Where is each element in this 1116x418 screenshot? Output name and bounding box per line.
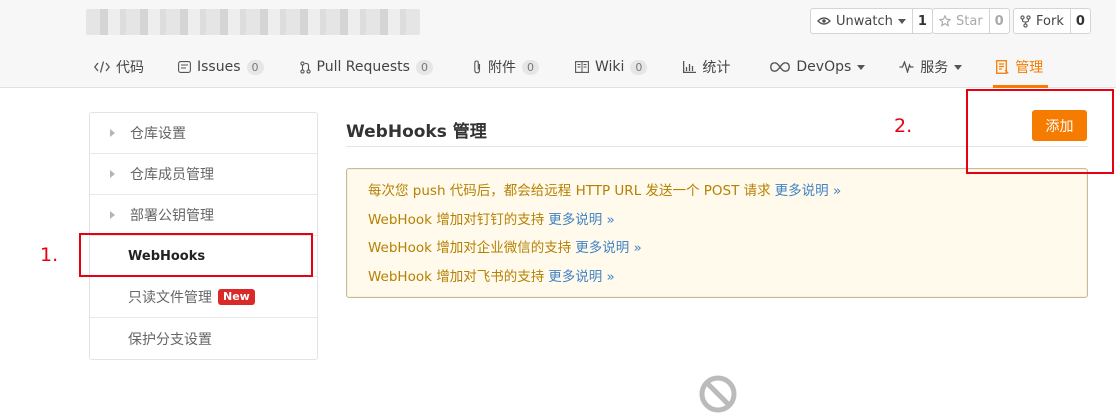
annotation-label-step2: 2. — [894, 115, 913, 137]
star-icon — [939, 15, 951, 27]
repo-title-blurred — [86, 9, 420, 35]
sidebar-item-repo-settings[interactable]: 仓库设置 — [90, 113, 317, 154]
watch-main[interactable]: Unwatch — [811, 9, 912, 33]
tab-pull-requests[interactable]: Pull Requests 0 — [299, 48, 433, 86]
tab-services[interactable]: 服务 — [899, 48, 963, 86]
bar-chart-icon — [683, 61, 697, 73]
watch-button[interactable]: Unwatch 1 — [810, 8, 933, 34]
infinity-icon — [770, 62, 791, 72]
paperclip-icon — [473, 60, 482, 74]
sidebar-item-deploy-keys[interactable]: 部署公钥管理 — [90, 195, 317, 236]
tab-label: Wiki — [594, 59, 625, 75]
info-notice: 每次您 push 代码后，都会给远程 HTTP URL 发送一个 POST 请求… — [346, 168, 1088, 298]
watch-count[interactable]: 1 — [911, 9, 932, 33]
repo-tabs: 代码 Issues 0 Pull Requests 0 附件 0 Wiki 0 … — [84, 48, 1049, 88]
tab-label: 代码 — [116, 60, 144, 76]
tab-manage[interactable]: 管理 — [993, 48, 1049, 88]
star-button[interactable]: Star 0 — [932, 8, 1010, 34]
caret-down-icon — [857, 64, 866, 70]
sidebar-item-readonly-files[interactable]: 只读文件管理 New — [90, 277, 317, 318]
annotation-box-step1 — [79, 233, 313, 277]
more-info-link[interactable]: 更多说明 » — [775, 183, 842, 199]
notice-text: WebHook 增加对企业微信的支持 — [368, 240, 572, 256]
fork-label: Fork — [1036, 13, 1064, 29]
new-badge: New — [218, 289, 255, 305]
sidebar-item-label: 仓库成员管理 — [130, 167, 214, 183]
caret-down-icon — [954, 64, 963, 70]
tab-attachments[interactable]: 附件 0 — [473, 48, 539, 86]
tab-code[interactable]: 代码 — [94, 48, 144, 86]
sidebar-item-protected-branches[interactable]: 保护分支设置 — [90, 318, 317, 359]
notice-text: WebHook 增加对飞书的支持 — [368, 268, 545, 285]
caret-right-icon — [110, 170, 115, 178]
more-info-link[interactable]: 更多说明 » — [575, 240, 642, 256]
caret-down-icon — [897, 18, 906, 24]
issue-icon — [178, 61, 191, 73]
sidebar-item-members[interactable]: 仓库成员管理 — [90, 154, 317, 195]
tab-count-badge: 0 — [246, 59, 264, 75]
tab-issues[interactable]: Issues 0 — [178, 48, 264, 86]
sidebar-item-label: 部署公钥管理 — [130, 208, 214, 224]
tab-label: DevOps — [796, 59, 852, 75]
notice-line: WebHook 增加对钉钉的支持 更多说明 » — [368, 210, 1087, 239]
sidebar-item-label: 保护分支设置 — [128, 331, 212, 348]
notice-line: 每次您 push 代码后，都会给远程 HTTP URL 发送一个 POST 请求… — [368, 181, 1087, 210]
more-info-link[interactable]: 更多说明 » — [548, 269, 615, 285]
notice-text: 每次您 push 代码后，都会给远程 HTTP URL 发送一个 POST 请求 — [368, 183, 771, 199]
notice-line: WebHook 增加对飞书的支持 更多说明 » — [368, 267, 1087, 296]
tab-label: 服务 — [920, 60, 949, 76]
tab-devops[interactable]: DevOps — [770, 48, 866, 86]
tab-label: 附件 — [487, 60, 516, 76]
star-count[interactable]: 0 — [988, 9, 1009, 33]
more-info-link[interactable]: 更多说明 » — [548, 212, 615, 228]
tab-stats[interactable]: 统计 — [683, 48, 730, 86]
tab-wiki[interactable]: Wiki 0 — [575, 48, 648, 86]
tab-label: 统计 — [702, 60, 731, 76]
repo-header: Unwatch 1 Star 0 Fork 0 代码 Issues 0 Pull… — [0, 0, 1116, 88]
fork-main[interactable]: Fork — [1014, 9, 1070, 33]
code-icon — [94, 61, 110, 73]
notice-text: WebHook 增加对钉钉的支持 — [368, 211, 545, 228]
fork-icon — [1020, 14, 1031, 28]
tab-count-badge: 0 — [415, 59, 433, 75]
tab-label: Issues — [197, 59, 241, 75]
pull-request-icon — [299, 60, 311, 74]
annotation-label-step1: 1. — [40, 244, 59, 266]
tab-label: 管理 — [1015, 60, 1044, 76]
eye-icon — [817, 16, 831, 26]
fork-button[interactable]: Fork 0 — [1013, 8, 1091, 34]
manage-icon — [996, 60, 1010, 74]
sidebar-item-label: 仓库设置 — [130, 126, 186, 142]
star-main[interactable]: Star — [933, 9, 989, 33]
page-title: WebHooks 管理 — [346, 122, 487, 142]
fork-count[interactable]: 0 — [1069, 9, 1090, 33]
book-icon — [575, 61, 589, 73]
pulse-icon — [899, 61, 914, 73]
notice-line: WebHook 增加对企业微信的支持 更多说明 » — [368, 238, 1087, 267]
caret-right-icon — [110, 129, 115, 137]
watch-label: Unwatch — [836, 13, 893, 29]
caret-right-icon — [110, 211, 115, 219]
tab-count-badge: 0 — [630, 59, 648, 75]
annotation-box-step2 — [966, 89, 1114, 174]
forbidden-icon — [698, 374, 738, 418]
star-label: Star — [956, 13, 983, 29]
tab-count-badge: 0 — [521, 59, 539, 75]
tab-label: Pull Requests — [316, 59, 410, 75]
sidebar-item-label: 只读文件管理 — [128, 290, 212, 306]
